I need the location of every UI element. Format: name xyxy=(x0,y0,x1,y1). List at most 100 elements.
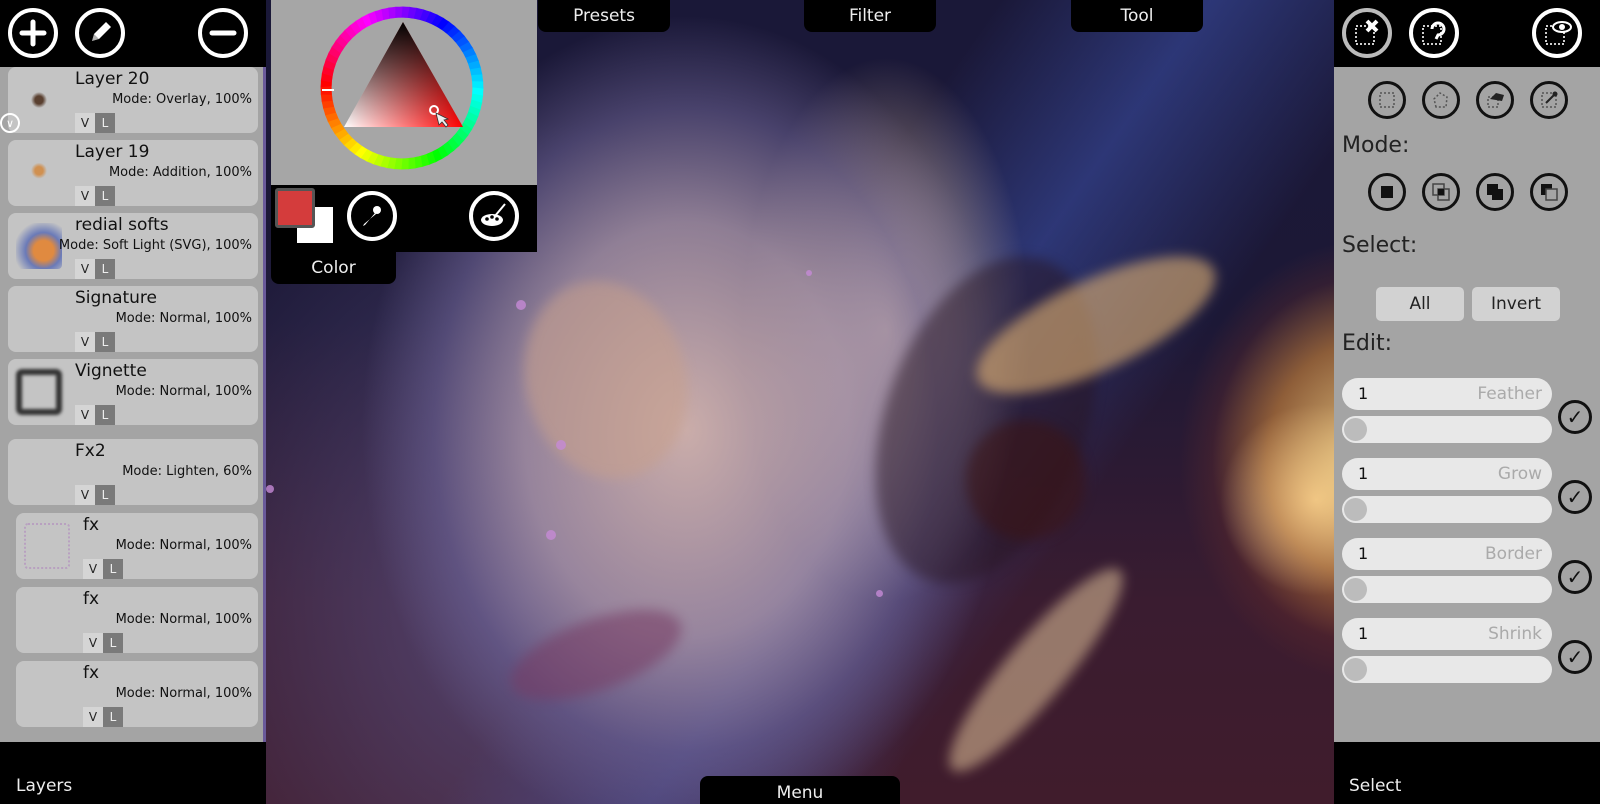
lock-toggle[interactable]: L xyxy=(103,707,123,727)
layers-list[interactable]: Layer 20 Mode: Overlay, 100% VL ∨ Layer … xyxy=(0,67,266,742)
grow-placeholder: Grow xyxy=(1497,464,1542,484)
layers-panel-tab[interactable]: Layers xyxy=(0,742,266,804)
menu-button[interactable]: Menu xyxy=(700,776,900,804)
shrink-slider[interactable] xyxy=(1342,656,1552,683)
layer-thumbnail xyxy=(16,369,62,415)
magic-select-button[interactable] xyxy=(1476,81,1514,119)
lock-toggle[interactable]: L xyxy=(95,259,115,279)
color-picker-select-icon xyxy=(1541,91,1558,108)
layers-toolbar xyxy=(0,0,266,67)
layer-mode: Mode: Lighten, 60% xyxy=(122,464,252,479)
apply-feather-button[interactable]: ✓ xyxy=(1558,400,1592,434)
invert-selection-button[interactable]: Invert xyxy=(1472,287,1560,321)
mode-add-button[interactable] xyxy=(1476,173,1514,211)
visibility-toggle[interactable]: V xyxy=(83,707,103,727)
tab-presets[interactable]: Presets xyxy=(538,0,670,32)
layer-item[interactable]: Layer 19 Mode: Addition, 100% VL xyxy=(8,140,258,206)
layer-name: fx xyxy=(83,515,100,535)
layer-mode: Mode: Overlay, 100% xyxy=(112,92,252,107)
lock-toggle[interactable]: L xyxy=(103,633,123,653)
layer-item[interactable]: redial softs Mode: Soft Light (SVG), 100… xyxy=(8,213,258,279)
visibility-toggle[interactable]: V xyxy=(75,259,95,279)
rect-select-icon xyxy=(1379,92,1395,108)
layers-title: Layers xyxy=(16,776,73,796)
show-selection-button[interactable] xyxy=(1532,8,1582,58)
visibility-toggle[interactable]: V xyxy=(75,332,95,352)
lock-toggle[interactable]: L xyxy=(95,405,115,425)
layer-mode: Mode: Normal, 100% xyxy=(115,384,252,399)
layer-item[interactable]: fx Mode: Normal, 100% VL xyxy=(16,587,258,653)
visibility-toggle[interactable]: V xyxy=(75,113,95,133)
layer-item[interactable]: Signature Mode: Normal, 100% VL xyxy=(8,286,258,352)
feather-input[interactable]: 1 Feather xyxy=(1342,378,1552,410)
feather-slider[interactable] xyxy=(1342,416,1552,443)
select-panel-tab[interactable]: Select xyxy=(1334,742,1600,804)
lock-toggle[interactable]: L xyxy=(103,559,123,579)
lock-toggle[interactable]: L xyxy=(95,113,115,133)
visibility-toggle[interactable]: V xyxy=(75,405,95,425)
palette-button[interactable] xyxy=(469,191,519,241)
slider-knob[interactable] xyxy=(1344,658,1367,681)
primary-color-swatch[interactable] xyxy=(275,188,315,228)
mode-subtract-button[interactable] xyxy=(1530,173,1568,211)
tab-tool[interactable]: Tool xyxy=(1071,0,1203,32)
visibility-toggle[interactable]: V xyxy=(75,485,95,505)
layer-name: Fx2 xyxy=(75,441,106,461)
lasso-icon xyxy=(1433,92,1448,108)
check-icon: ✓ xyxy=(1566,485,1584,509)
apply-shrink-button[interactable]: ✓ xyxy=(1558,640,1592,674)
grow-slider[interactable] xyxy=(1342,496,1552,523)
border-input[interactable]: 1 Border xyxy=(1342,538,1552,570)
hue-ring[interactable] xyxy=(271,0,537,185)
shrink-placeholder: Shrink xyxy=(1488,624,1542,644)
mode-intersect-button[interactable] xyxy=(1422,173,1460,211)
layer-group-item[interactable]: Fx2 Mode: Lighten, 60% VL xyxy=(8,439,258,505)
painting-app: Presets Filter Tool Menu Layer 20 Mode: … xyxy=(0,0,1600,804)
grow-input[interactable]: 1 Grow xyxy=(1342,458,1552,490)
lasso-select-button[interactable] xyxy=(1422,81,1460,119)
layer-item[interactable]: fx Mode: Normal, 100% VL xyxy=(16,661,258,727)
tab-filter[interactable]: Filter xyxy=(804,0,936,32)
deselect-button[interactable] xyxy=(1342,8,1392,58)
slider-knob[interactable] xyxy=(1344,498,1367,521)
remove-layer-button[interactable] xyxy=(198,8,248,58)
color-select-button[interactable] xyxy=(1530,81,1568,119)
layer-thumbnail xyxy=(24,597,70,643)
select-label: Select: xyxy=(1342,233,1418,258)
mode-replace-button[interactable] xyxy=(1368,173,1406,211)
border-slider[interactable] xyxy=(1342,576,1552,603)
color-panel-tab[interactable]: Color xyxy=(271,252,396,284)
shrink-input[interactable]: 1 Shrink xyxy=(1342,618,1552,650)
add-layer-button[interactable] xyxy=(8,8,58,58)
check-icon: ✓ xyxy=(1566,405,1584,429)
visibility-toggle[interactable]: V xyxy=(83,633,103,653)
edit-layer-button[interactable] xyxy=(75,8,125,58)
visibility-toggle[interactable]: V xyxy=(83,559,103,579)
layer-item[interactable]: Vignette Mode: Normal, 100% VL xyxy=(8,359,258,425)
slider-knob[interactable] xyxy=(1344,418,1367,441)
layer-item[interactable]: Layer 20 Mode: Overlay, 100% VL xyxy=(8,67,258,133)
lock-toggle[interactable]: L xyxy=(95,332,115,352)
layer-mode: Mode: Normal, 100% xyxy=(115,311,252,326)
lock-toggle[interactable]: L xyxy=(95,485,115,505)
layer-thumbnail xyxy=(16,77,62,123)
eye-selection-icon xyxy=(1545,21,1572,45)
apply-grow-button[interactable]: ✓ xyxy=(1558,480,1592,514)
lock-toggle[interactable]: L xyxy=(95,186,115,206)
eyedropper-button[interactable] xyxy=(347,191,397,241)
select-title: Select xyxy=(1349,776,1402,796)
visibility-toggle[interactable]: V xyxy=(75,186,95,206)
color-wheel-picker[interactable] xyxy=(271,0,537,185)
slider-knob[interactable] xyxy=(1344,578,1367,601)
select-all-button[interactable]: All xyxy=(1376,287,1464,321)
apply-border-button[interactable]: ✓ xyxy=(1558,560,1592,594)
layer-item[interactable]: fx Mode: Normal, 100% VL xyxy=(16,513,258,579)
layer-mode: Mode: Normal, 100% xyxy=(115,538,252,553)
layer-name: Signature xyxy=(75,288,158,308)
collapse-chevron-icon[interactable]: ∨ xyxy=(0,113,20,133)
layer-name: Layer 20 xyxy=(75,69,150,89)
rect-select-button[interactable] xyxy=(1368,81,1406,119)
undo-selection-button[interactable] xyxy=(1409,8,1459,58)
layer-thumbnail xyxy=(16,223,62,269)
layer-name: Vignette xyxy=(75,361,147,381)
